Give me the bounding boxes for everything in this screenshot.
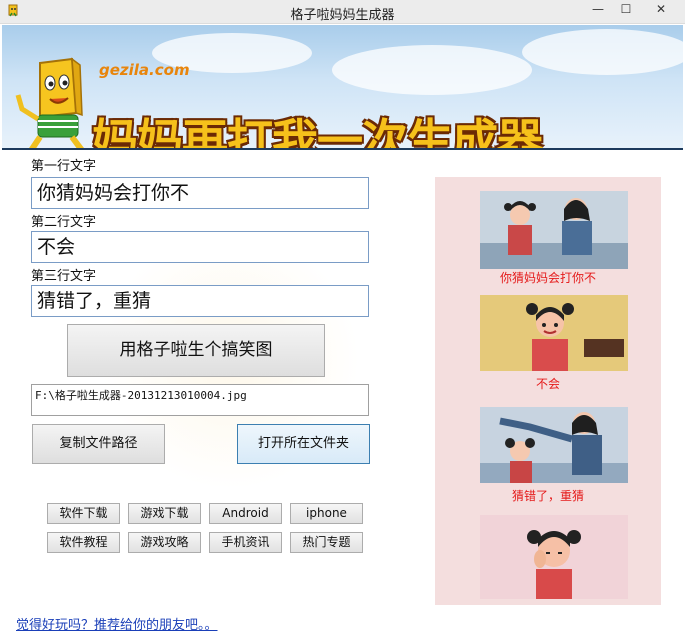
minimize-button[interactable]: — [584,0,612,20]
file-path-field[interactable]: F:\格子啦生成器-20131213010004.jpg [31,384,369,416]
comic-panel-4 [480,515,628,599]
maximize-button[interactable]: ☐ [612,0,640,20]
cloud-decoration [522,29,683,75]
banner-title: 妈妈再打我一次生成器 [92,114,543,149]
line1-label: 第一行文字 [31,159,97,174]
banner: gezila.com 妈妈再打我一次生成器 [2,25,683,149]
line1-input[interactable]: 你猜妈妈会打你不 [31,177,369,209]
link-iphone[interactable]: iphone [290,503,363,524]
preview-image: 你猜妈妈会打你不 不会 猜错了，重猜 [435,177,661,605]
comic-panel-2 [480,295,628,371]
comic-caption-2: 不会 [535,377,560,391]
comic-caption-1: 你猜妈妈会打你不 [499,271,596,285]
line2-label: 第二行文字 [31,215,97,230]
window-title: 格子啦妈妈生成器 [290,8,395,23]
logo-text: gezila.com [99,61,190,79]
comic-panel-3 [480,407,628,483]
open-folder-button[interactable]: 打开所在文件夹 [237,424,370,464]
mascot-logo-icon [15,57,85,149]
generate-button[interactable]: 用格子啦生个搞笑图 [67,324,325,377]
link-mobile-news[interactable]: 手机资讯 [209,532,282,553]
close-button[interactable]: ✕ [640,0,682,20]
comic-caption-3: 猜错了，重猜 [511,489,584,503]
link-hot-topics[interactable]: 热门专题 [290,532,363,553]
title-bar: 格子啦妈妈生成器 — ☐ ✕ [0,0,685,24]
banner-divider [2,148,683,150]
share-link[interactable]: 觉得好玩吗？推荐给你的朋友吧。。 [16,614,218,633]
comic-panel-1 [480,191,628,269]
line2-input[interactable]: 不会 [31,231,369,263]
link-android[interactable]: Android [209,503,282,524]
link-software-tutorial[interactable]: 软件教程 [47,532,120,553]
line3-input[interactable]: 猜错了，重猜 [31,285,369,317]
cloud-decoration [332,45,532,95]
line3-label: 第三行文字 [31,269,97,284]
copy-path-button[interactable]: 复制文件路径 [32,424,165,464]
link-game-download[interactable]: 游戏下载 [128,503,201,524]
link-game-guide[interactable]: 游戏攻略 [128,532,201,553]
link-software-download[interactable]: 软件下载 [47,503,120,524]
